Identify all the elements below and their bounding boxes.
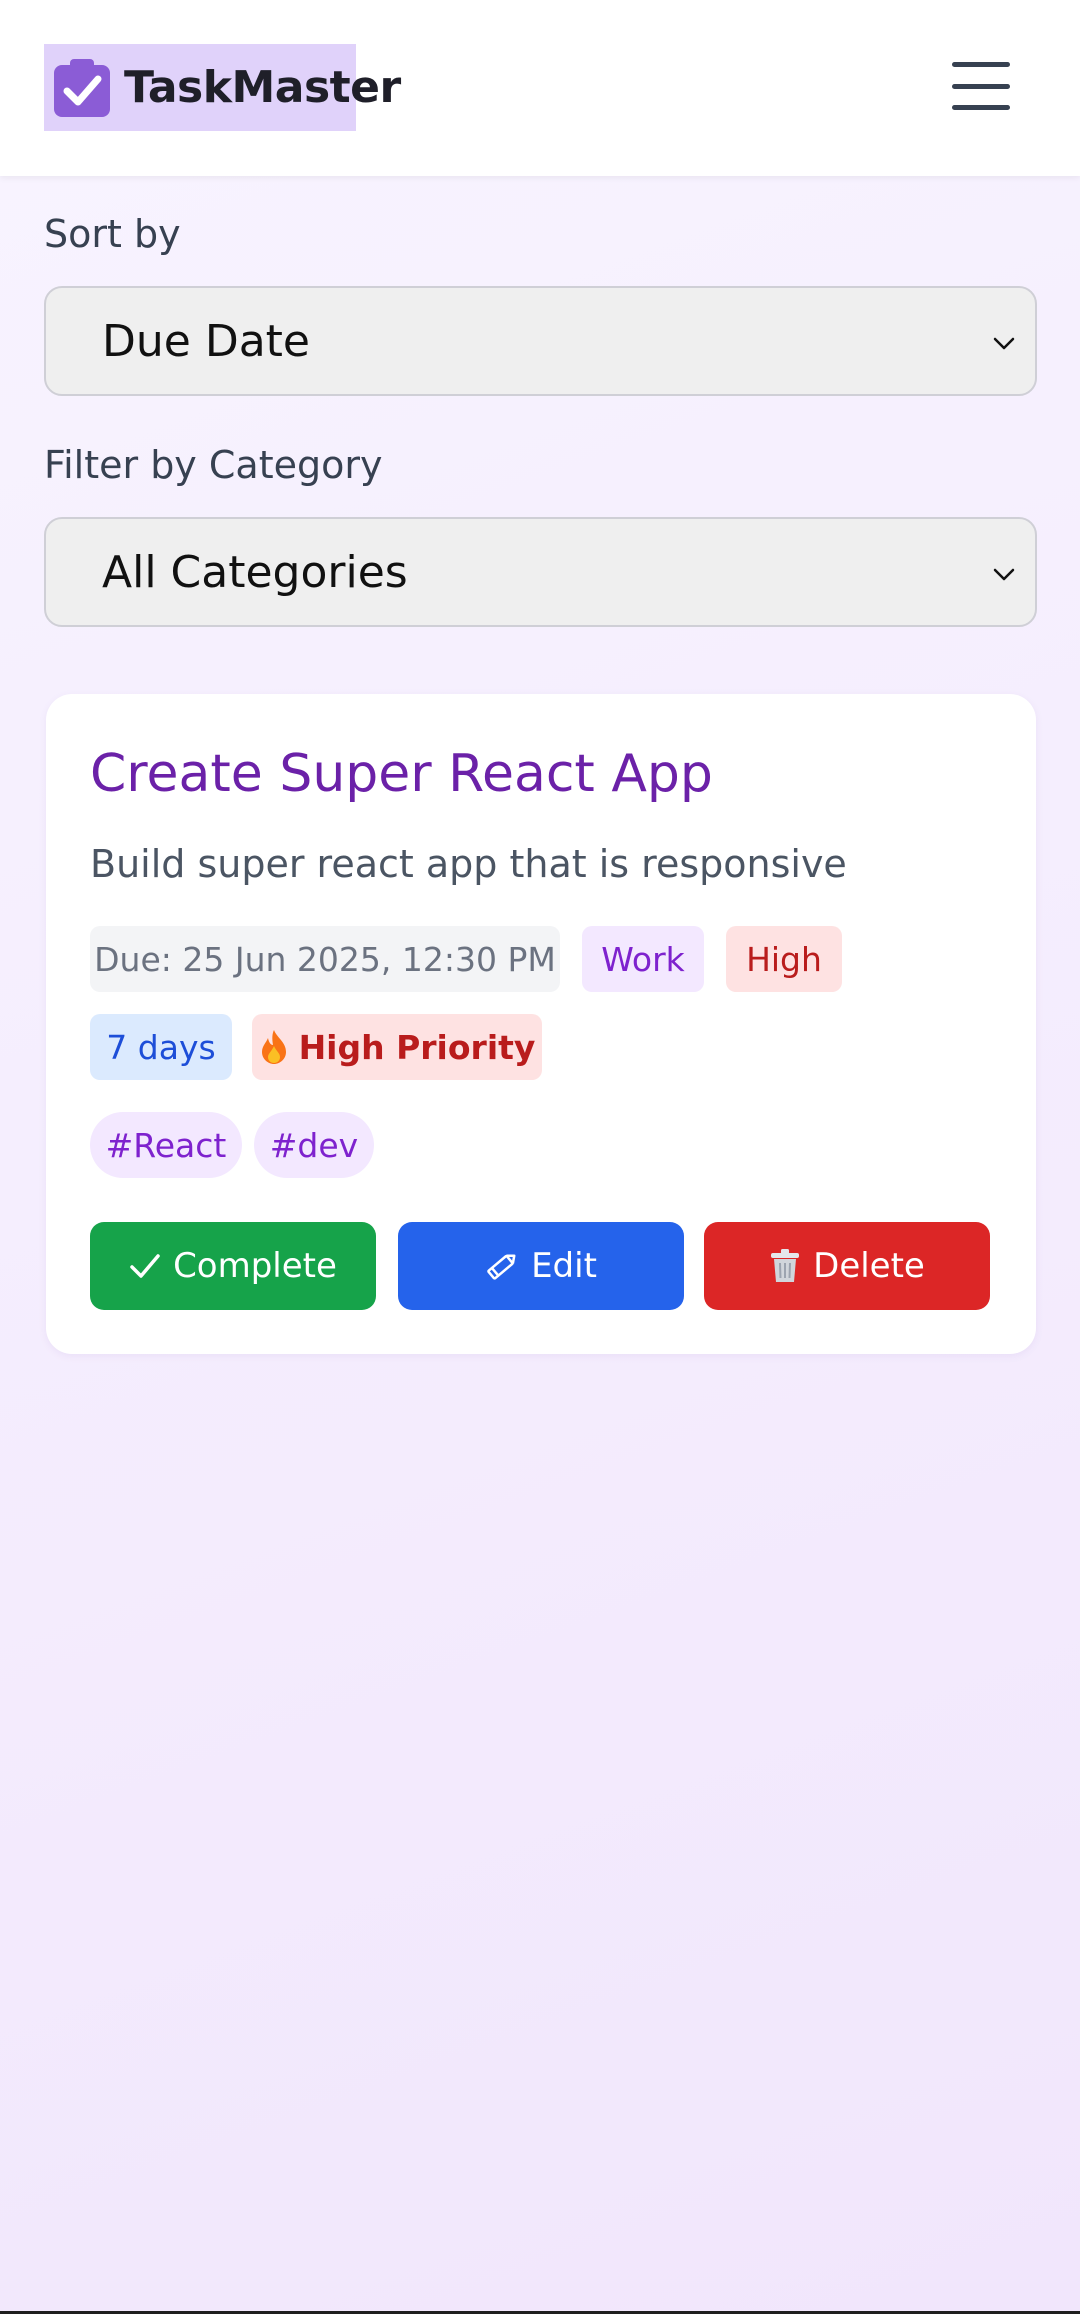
complete-button[interactable]: Complete bbox=[90, 1222, 376, 1310]
task-description: Build super react app that is responsive bbox=[90, 842, 847, 886]
clipboard-check-icon bbox=[52, 57, 112, 119]
delete-label: Delete bbox=[813, 1246, 925, 1286]
due-date-chip: Due: 25 Jun 2025, 12:30 PM bbox=[90, 926, 560, 992]
sort-select[interactable]: Due Date bbox=[44, 286, 1037, 396]
filter-label: Filter by Category bbox=[44, 443, 383, 487]
chevron-down-icon bbox=[993, 337, 1015, 350]
app-name: TaskMaster bbox=[124, 62, 401, 113]
task-card: Create Super React App Build super react… bbox=[46, 694, 1036, 1354]
hamburger-menu-icon[interactable] bbox=[952, 62, 1010, 110]
delete-button[interactable]: Delete bbox=[704, 1222, 990, 1310]
fire-icon bbox=[259, 1029, 289, 1065]
category-filter-select[interactable]: All Categories bbox=[44, 517, 1037, 627]
edit-button[interactable]: Edit bbox=[398, 1222, 684, 1310]
days-left-chip: 7 days bbox=[90, 1014, 232, 1080]
edit-label: Edit bbox=[531, 1246, 597, 1286]
tag-dev[interactable]: #dev bbox=[254, 1112, 374, 1178]
tag-react[interactable]: #React bbox=[90, 1112, 242, 1178]
trash-icon bbox=[769, 1248, 801, 1284]
task-title: Create Super React App bbox=[90, 744, 713, 804]
high-priority-label: High Priority bbox=[298, 1027, 536, 1067]
sort-label: Sort by bbox=[44, 212, 181, 256]
chevron-down-icon bbox=[993, 568, 1015, 581]
checkmark-icon bbox=[129, 1252, 161, 1280]
priority-chip: High bbox=[726, 926, 842, 992]
filter-selected-value: All Categories bbox=[102, 546, 408, 598]
category-chip: Work bbox=[582, 926, 704, 992]
complete-label: Complete bbox=[173, 1246, 337, 1286]
app-header: TaskMaster bbox=[0, 0, 1080, 176]
pencil-icon bbox=[485, 1249, 519, 1283]
app-logo[interactable]: TaskMaster bbox=[44, 44, 401, 131]
high-priority-badge: High Priority bbox=[252, 1014, 542, 1080]
sort-selected-value: Due Date bbox=[102, 315, 310, 367]
